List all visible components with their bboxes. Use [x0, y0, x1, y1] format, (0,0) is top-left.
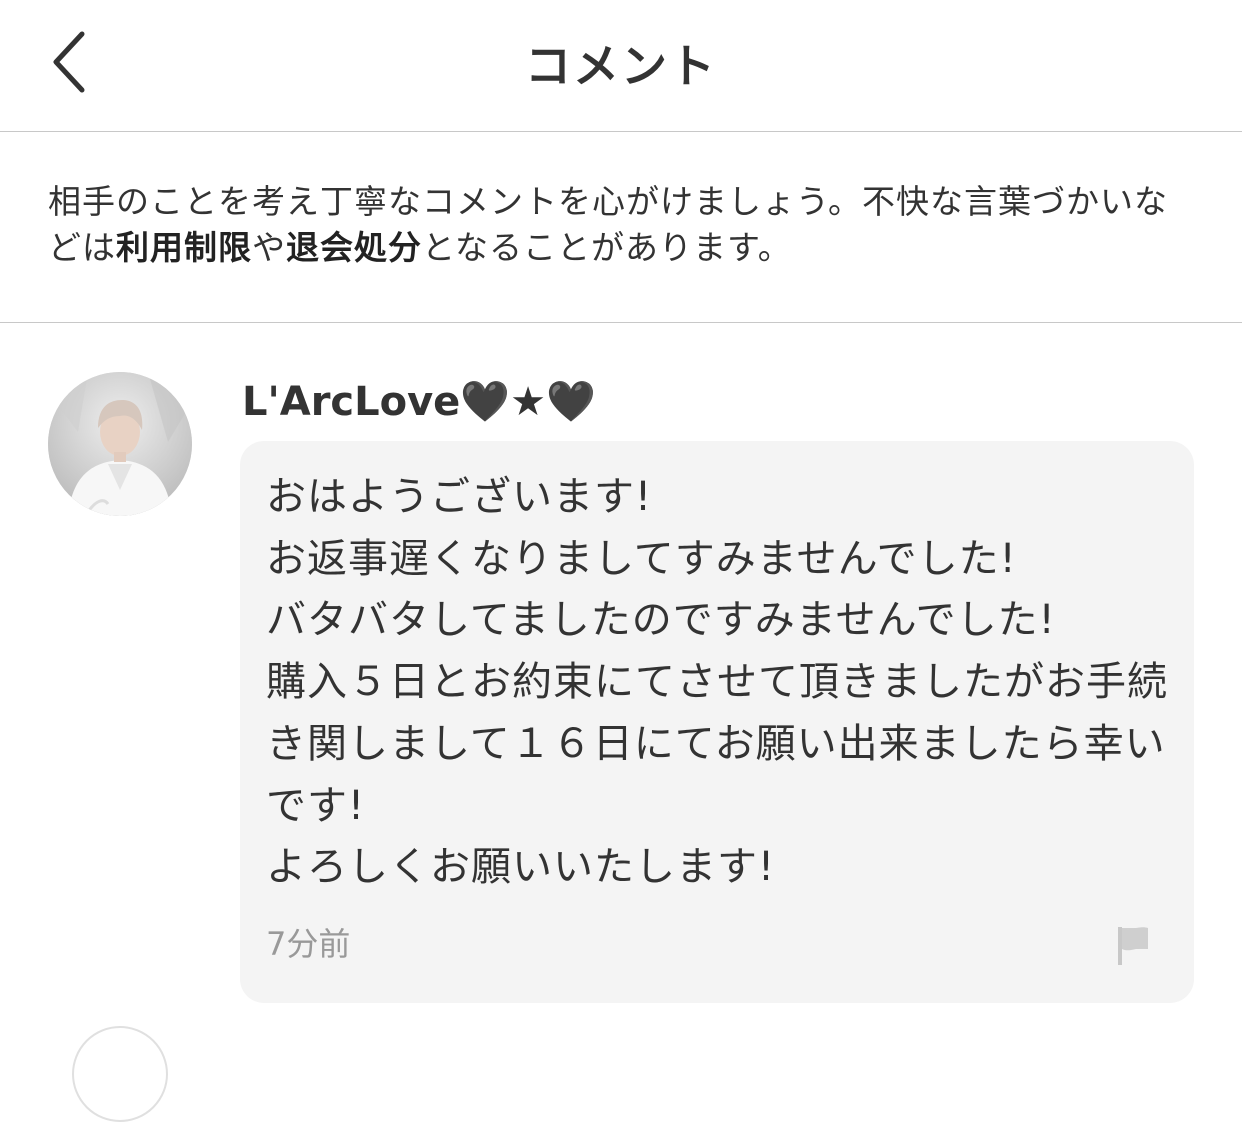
- notice-bold-usage-restriction: 利用制限: [116, 228, 252, 267]
- report-button[interactable]: [1114, 925, 1154, 967]
- flag-icon: [1118, 927, 1148, 965]
- comment-bubble: おはようございます! お返事遅くなりましてすみませんでした! バタバタしてました…: [240, 441, 1194, 1003]
- notice-bold-withdrawal: 退会処分: [286, 228, 422, 267]
- header-bar: コメント: [0, 0, 1242, 132]
- comment-message: おはようございます! お返事遅くなりましてすみませんでした! バタバタしてました…: [266, 474, 1168, 891]
- comment-timestamp: 7分前: [266, 925, 351, 963]
- avatar[interactable]: [48, 372, 192, 516]
- notice-text-part2: や: [252, 228, 286, 267]
- avatar-image: [48, 372, 192, 516]
- comment-username[interactable]: L'ArcLove🖤★🖤: [242, 374, 596, 430]
- next-comment-avatar: [72, 1026, 168, 1122]
- notice-text-part3: となることがあります。: [422, 228, 792, 267]
- notice-banner: 相手のことを考え丁寧なコメントを心がけましょう。不快な言葉づかいなどは利用制限や…: [0, 132, 1242, 323]
- notice-text: 相手のことを考え丁寧なコメントを心がけましょう。不快な言葉づかいなどは利用制限や…: [48, 179, 1198, 271]
- page-title: コメント: [525, 39, 717, 93]
